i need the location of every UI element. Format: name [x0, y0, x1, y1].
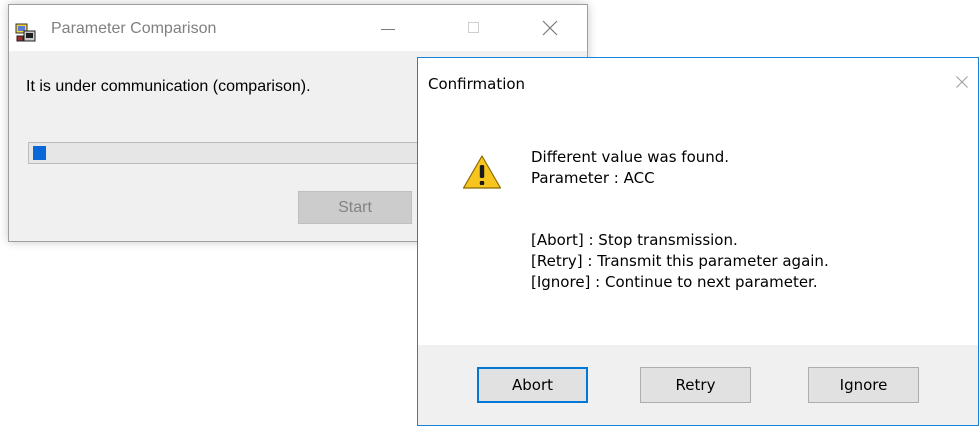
ignore-button[interactable]: Ignore	[808, 367, 919, 403]
message-line: [Abort] : Stop transmission.	[531, 231, 738, 249]
message-line: [Ignore] : Continue to next parameter.	[531, 273, 818, 291]
warning-icon	[462, 154, 502, 194]
message-line: Different value was found.	[531, 148, 730, 166]
start-button[interactable]: Start	[298, 191, 412, 224]
close-icon	[542, 20, 558, 36]
progress-bar	[28, 142, 468, 164]
title-bar[interactable]: Parameter Comparison	[9, 5, 587, 51]
maximize-icon	[468, 22, 479, 33]
abort-button[interactable]: Abort	[477, 367, 588, 403]
maximize-button[interactable]	[451, 5, 497, 51]
minimize-button[interactable]	[365, 5, 411, 51]
retry-button[interactable]: Retry	[640, 367, 751, 403]
minimize-icon	[381, 29, 395, 30]
status-text: It is under communication (comparison).	[26, 78, 311, 95]
close-button[interactable]	[527, 5, 573, 51]
app-icon	[15, 23, 37, 43]
progress-fill	[33, 146, 47, 160]
window-title: Parameter Comparison	[51, 20, 217, 37]
close-icon	[956, 76, 968, 88]
dialog-title: Confirmation	[428, 75, 526, 93]
dialog-close-button[interactable]	[944, 64, 979, 100]
confirmation-dialog: Confirmation Different value was found. …	[417, 57, 979, 426]
message-line: [Retry] : Transmit this parameter again.	[531, 252, 829, 270]
message-line: Parameter : ACC	[531, 169, 655, 187]
